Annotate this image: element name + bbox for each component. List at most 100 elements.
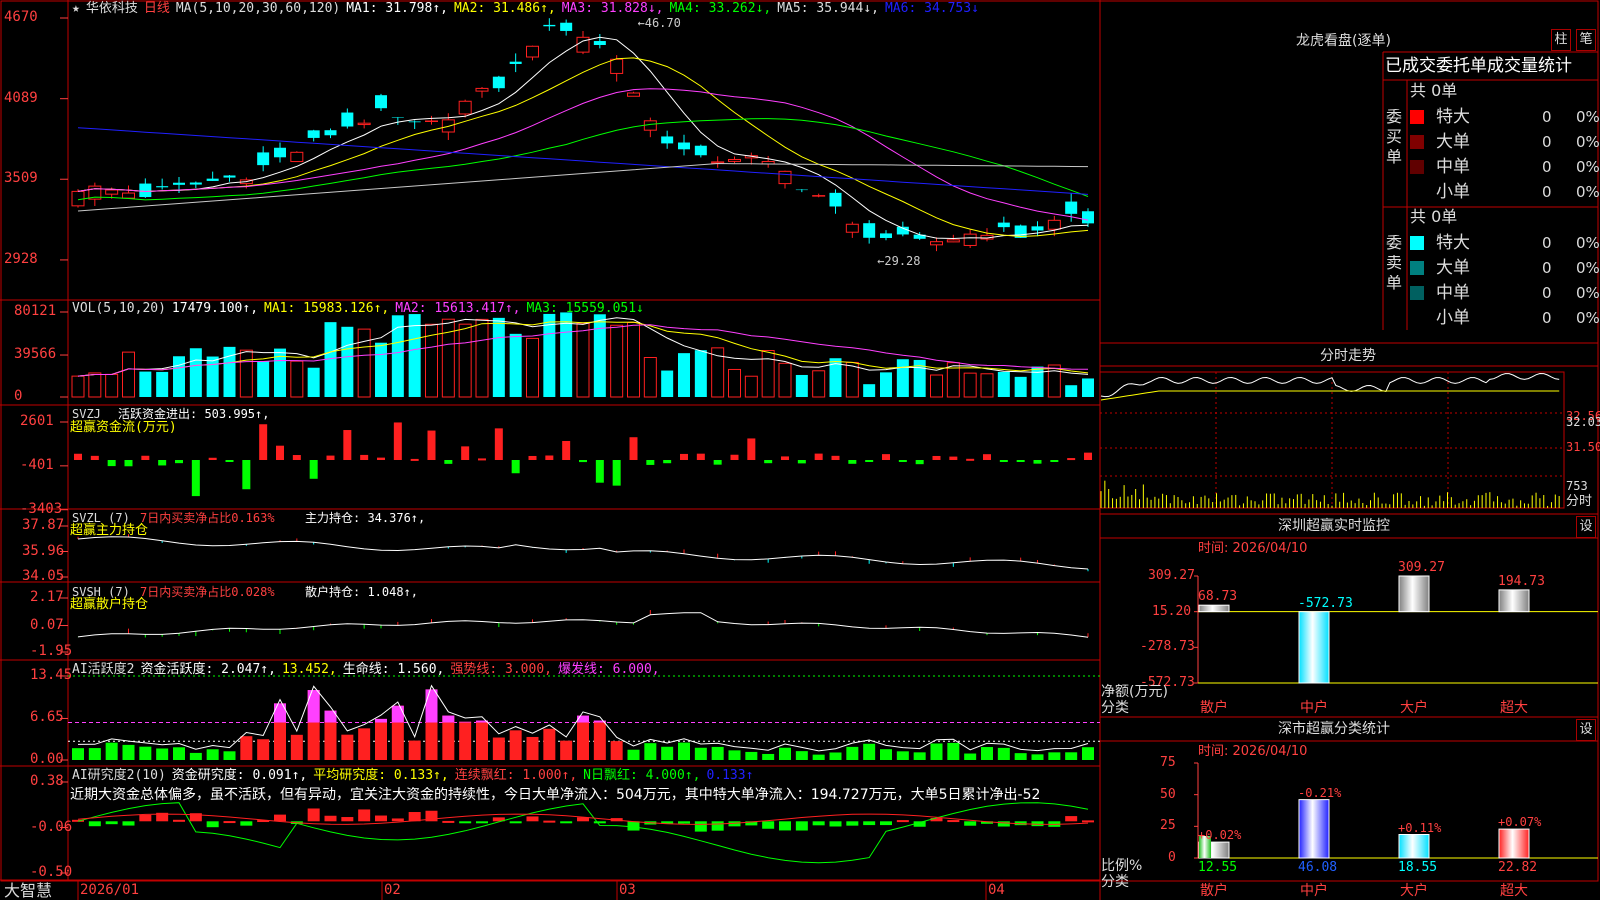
fund-flow-bar-out (579, 460, 587, 463)
volume-bar-up (105, 373, 119, 398)
activity-bar (88, 748, 101, 760)
sz_class-value-label: 18.55 (1398, 860, 1438, 875)
candle-body-down (863, 223, 876, 238)
candle-body-down (173, 182, 185, 185)
activity-bar (678, 742, 690, 760)
fund-flow-bar-out (663, 460, 672, 464)
volume-bar-down (509, 333, 522, 397)
activity-bar (964, 753, 977, 760)
volume-bar-down (1014, 376, 1027, 397)
research-bar (863, 821, 876, 826)
fund-flow-bar-in (730, 454, 739, 460)
activity-bar (492, 737, 505, 760)
vol-header-val: 17479.100↑, (171, 301, 259, 316)
activity-bar (375, 718, 387, 760)
candle-body-down (1082, 211, 1094, 224)
xaxis-label: 03 (619, 882, 636, 898)
activity-bar (408, 740, 421, 760)
activity-bar-burst (307, 690, 320, 723)
volume-bar-up (239, 349, 253, 398)
candle-body-up (122, 192, 135, 199)
volume-bar-down (375, 342, 387, 397)
activity-bar (290, 734, 303, 760)
sz_class-settings-button[interactable]: 设 (1576, 719, 1596, 741)
candle-body-down (560, 22, 573, 31)
lhb-row-count: 0 (1542, 158, 1552, 176)
lhb-row-label: 小单 (1436, 182, 1470, 202)
lhb-side-label-buy: 委 (1386, 109, 1403, 125)
activity-bar (72, 748, 84, 760)
volume-bar-up (627, 322, 640, 398)
candle-body-down (492, 76, 505, 89)
volume-bar-down (307, 367, 320, 397)
activity-bar (627, 749, 640, 760)
candle-body-down (593, 41, 606, 46)
lhb-row-pct: 0% (1576, 259, 1600, 277)
fund-flow-bar-out (865, 460, 874, 462)
lhb-side-label-buy: 买 (1386, 129, 1403, 145)
lhb-total: 共 0单 (1410, 81, 1458, 100)
fund-flow-bar-out (242, 460, 251, 490)
sz_monitor-ytick-label: -278.73 (1140, 639, 1195, 655)
lhb-side-label-buy: 单 (1386, 149, 1403, 165)
brand-logo: 大智慧 (4, 881, 53, 900)
research-bar (896, 820, 909, 823)
ai-research-header-v2: 平均研究度: 0.133↑, (313, 768, 449, 783)
candle-body-up (1047, 219, 1061, 230)
sz_class-title: 深市超赢分类统计 (1278, 721, 1390, 737)
research-bar (812, 821, 825, 826)
lhb-row-count: 0 (1542, 183, 1552, 201)
research-bar (880, 821, 892, 826)
research-bar (779, 821, 791, 831)
svzl-ytick-label: 35.96 (22, 542, 65, 559)
volume-bar-down (341, 326, 354, 397)
main-chart-canvas[interactable] (0, 0, 1600, 900)
fenshi-ytick-label: 32.03 (1566, 415, 1600, 429)
retail-position-line (77, 612, 1089, 638)
candle-body-down (307, 130, 320, 138)
ma2-line (77, 57, 1089, 238)
sz_monitor-xtitle: 分类 (1101, 700, 1129, 716)
sz_class-ytick-label: 0 (1168, 850, 1176, 865)
activity-bar (1014, 753, 1027, 760)
sz_monitor-value-label: 68.73 (1198, 589, 1238, 605)
candle-body-down (694, 145, 707, 156)
volume-bar-down (139, 371, 152, 397)
research-bar (543, 820, 556, 823)
candle-body-down (408, 121, 421, 123)
activity-bar (711, 746, 724, 760)
fund-flow-bar-in (966, 458, 975, 461)
research-bar (459, 821, 472, 824)
svsh-ytick-label: 0.07 (30, 616, 64, 633)
activity-bar (240, 736, 253, 760)
activity-bar (846, 746, 859, 760)
candle-body-up (930, 241, 943, 246)
ai-research-ytick-label: -0.50 (30, 864, 73, 880)
research-green-line (77, 802, 1089, 864)
bar-mode-button[interactable]: 柱 (1551, 29, 1571, 51)
sz_monitor-time: 时间: 2026/04/10 (1198, 541, 1308, 556)
lhb-row-label: 大单 (1436, 132, 1470, 152)
research-bar (139, 814, 152, 822)
research-bar (122, 821, 135, 826)
fenshi-price-line (1100, 372, 1560, 398)
activity-bar (509, 730, 522, 760)
candle-body-down (829, 192, 842, 207)
sz_monitor-settings-button[interactable]: 设 (1576, 516, 1596, 538)
candle-body-up (812, 195, 826, 197)
volume-bar-up (610, 324, 624, 398)
candle-body-up (105, 189, 119, 195)
kline-header-ma2: MA2: 31.486↑, (453, 1, 556, 16)
volume-bar-down (694, 350, 707, 397)
tick-mode-button[interactable]: 笔 (1576, 29, 1596, 51)
svsh-value: 散户持仓: 1.048↑, (305, 585, 419, 599)
vol-header-ma3: MA3: 15559.051↓ (526, 301, 644, 316)
svsh-ratio: 7日内买卖净占比0.028% (140, 585, 275, 599)
activity-bar (189, 752, 202, 760)
volume-bar-down (543, 313, 556, 397)
sz_class-xtitle: 分类 (1101, 874, 1129, 890)
fund-flow-bar-in (393, 422, 402, 460)
fund-flow-bar-out (646, 460, 655, 465)
activity-bar (105, 742, 118, 760)
fund-flow-bar-in (478, 458, 486, 461)
